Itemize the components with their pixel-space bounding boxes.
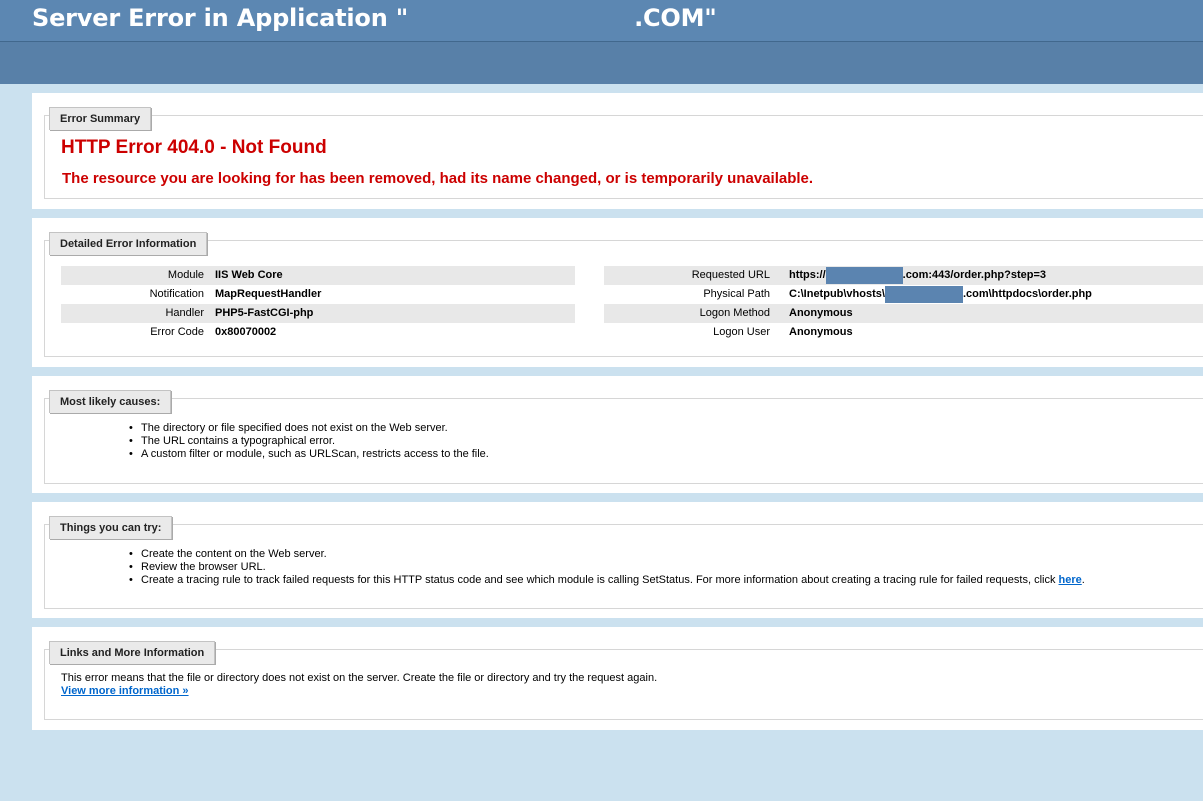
tracing-rule-end: . xyxy=(1081,574,1085,586)
things-to-try-tab: Things you can try: xyxy=(49,516,173,539)
detail-row-logon-method: Logon Method Anonymous xyxy=(604,304,1203,323)
title-suffix: .COM" xyxy=(634,4,717,32)
likely-causes-panel: Most likely causes: The directory or fil… xyxy=(32,376,1203,493)
path-suffix: .com\httpdocs\order.php xyxy=(962,288,1092,300)
detail-label: Requested URL xyxy=(691,269,770,281)
detail-row-error-code: Error Code 0x80070002 xyxy=(61,323,575,342)
tracing-rule-text: Create a tracing rule to track failed re… xyxy=(141,574,1059,586)
subheader-bar xyxy=(0,42,1203,84)
detail-label: Logon User xyxy=(713,326,770,338)
detail-value: MapRequestHandler xyxy=(215,288,322,300)
detail-value: 0x80070002 xyxy=(215,326,277,338)
view-more-information-link[interactable]: View more information » xyxy=(61,685,189,697)
detail-row-handler: Handler PHP5-FastCGI-php xyxy=(61,304,575,323)
list-item: The directory or file specified does not… xyxy=(129,422,489,435)
list-item: A custom filter or module, such as URLSc… xyxy=(129,448,489,461)
detail-label: Notification xyxy=(149,288,204,300)
error-summary-tab: Error Summary xyxy=(49,107,152,130)
try-list: Create the content on the Web server. Re… xyxy=(129,548,1085,587)
url-suffix: .com:443/order.php?step=3 xyxy=(902,269,1047,281)
links-info-tab: Links and More Information xyxy=(49,641,216,664)
detail-row-logon-user: Logon User Anonymous xyxy=(604,323,1203,342)
redacted-domain xyxy=(825,267,903,284)
detail-label: Physical Path xyxy=(703,288,770,300)
detailed-error-tab: Detailed Error Information xyxy=(49,232,208,255)
detail-label: Logon Method xyxy=(699,307,770,319)
links-info-panel: Links and More Information This error me… xyxy=(32,627,1203,730)
url-prefix: https:// xyxy=(789,269,826,281)
detail-row-notification: Notification MapRequestHandler xyxy=(61,285,575,304)
detail-row-requested-url: Requested URL https:// .com:443/order.php… xyxy=(604,266,1203,285)
list-item: Create the content on the Web server. xyxy=(129,548,1085,561)
redacted-domain xyxy=(884,286,963,303)
detail-value: Anonymous xyxy=(789,326,853,338)
title-prefix: Server Error in Application " xyxy=(32,4,409,32)
detail-value: C:\Inetpub\vhosts\ .com\httpdocs\order.ph… xyxy=(789,285,1092,304)
here-link[interactable]: here xyxy=(1059,574,1082,586)
page-header: Server Error in Application " .COM" xyxy=(0,0,1203,42)
links-info-text: This error means that the file or direct… xyxy=(61,672,658,684)
page-title: Server Error in Application " .COM" xyxy=(32,4,717,32)
detail-label: Handler xyxy=(165,307,204,319)
path-prefix: C:\Inetpub\vhosts\ xyxy=(789,288,885,300)
detail-value: Anonymous xyxy=(789,307,853,319)
detail-value: https:// .com:443/order.php?step=3 xyxy=(789,266,1046,285)
detail-label: Error Code xyxy=(150,326,204,338)
detail-value: PHP5-FastCGI-php xyxy=(215,307,314,319)
detailed-error-panel: Detailed Error Information Module IIS We… xyxy=(32,218,1203,367)
detail-value: IIS Web Core xyxy=(215,269,283,281)
error-message: The resource you are looking for has bee… xyxy=(62,170,814,187)
detail-label: Module xyxy=(167,269,204,281)
error-summary-panel: Error Summary HTTP Error 404.0 - Not Fou… xyxy=(32,93,1203,209)
list-item: The URL contains a typographical error. xyxy=(129,435,489,448)
detail-row-module: Module IIS Web Core xyxy=(61,266,575,285)
causes-list: The directory or file specified does not… xyxy=(129,422,489,461)
detail-row-physical-path: Physical Path C:\Inetpub\vhosts\ .com\htt… xyxy=(604,285,1203,304)
list-item: Review the browser URL. xyxy=(129,561,1085,574)
list-item: Create a tracing rule to track failed re… xyxy=(129,574,1085,587)
things-to-try-panel: Things you can try: Create the content o… xyxy=(32,502,1203,618)
likely-causes-tab: Most likely causes: xyxy=(49,390,172,413)
more-info-link-wrap: View more information » xyxy=(61,685,189,698)
error-heading: HTTP Error 404.0 - Not Found xyxy=(61,137,327,158)
